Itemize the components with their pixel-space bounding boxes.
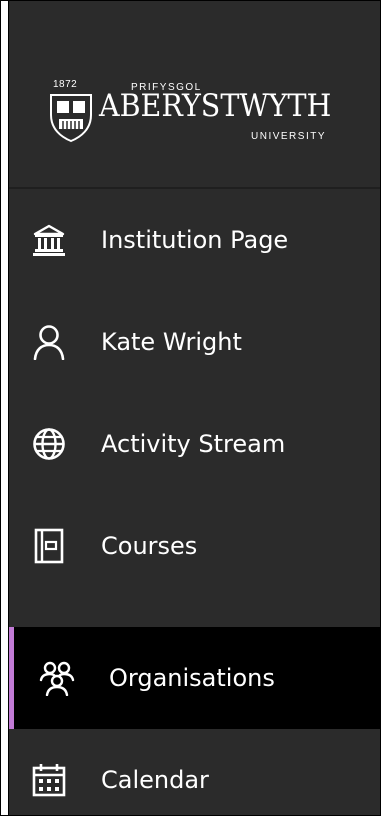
organisations-icon [39,660,75,696]
courses-icon [31,528,67,564]
nav-item-label: Kate Wright [101,328,242,356]
left-edge [1,1,9,815]
nav-item-label: Institution Page [101,226,289,254]
user-icon [31,324,67,360]
app-window: 1872 PRIFYSGOL ABERYSTWYTH UNIVERSITY In… [0,0,381,816]
nav-item-courses[interactable]: Courses [9,495,380,597]
nav-item-kate-wright[interactable]: Kate Wright [9,291,380,393]
globe-icon [31,426,67,462]
nav-item-label: Organisations [109,664,275,692]
university-logo[interactable]: 1872 PRIFYSGOL ABERYSTWYTH UNIVERSITY [47,79,351,151]
nav-item-label: Calendar [101,766,209,794]
brand-header: 1872 PRIFYSGOL ABERYSTWYTH UNIVERSITY [9,1,380,189]
nav-item-label: Activity Stream [101,430,286,458]
crest-icon [50,94,92,143]
nav-item-label: Courses [101,532,198,560]
nav-item-organisations[interactable]: Organisations [9,627,380,729]
nav-item-activity-stream[interactable]: Activity Stream [9,393,380,495]
sidebar: 1872 PRIFYSGOL ABERYSTWYTH UNIVERSITY In… [9,1,380,815]
nav-item-calendar[interactable]: Calendar [9,729,380,815]
nav-item-institution-page[interactable]: Institution Page [9,189,380,291]
logo-university: UNIVERSITY [251,131,327,142]
institution-icon [31,222,67,258]
calendar-icon [31,762,67,798]
logo-aberystwyth: ABERYSTWYTH [99,88,332,124]
active-indicator [9,627,14,729]
